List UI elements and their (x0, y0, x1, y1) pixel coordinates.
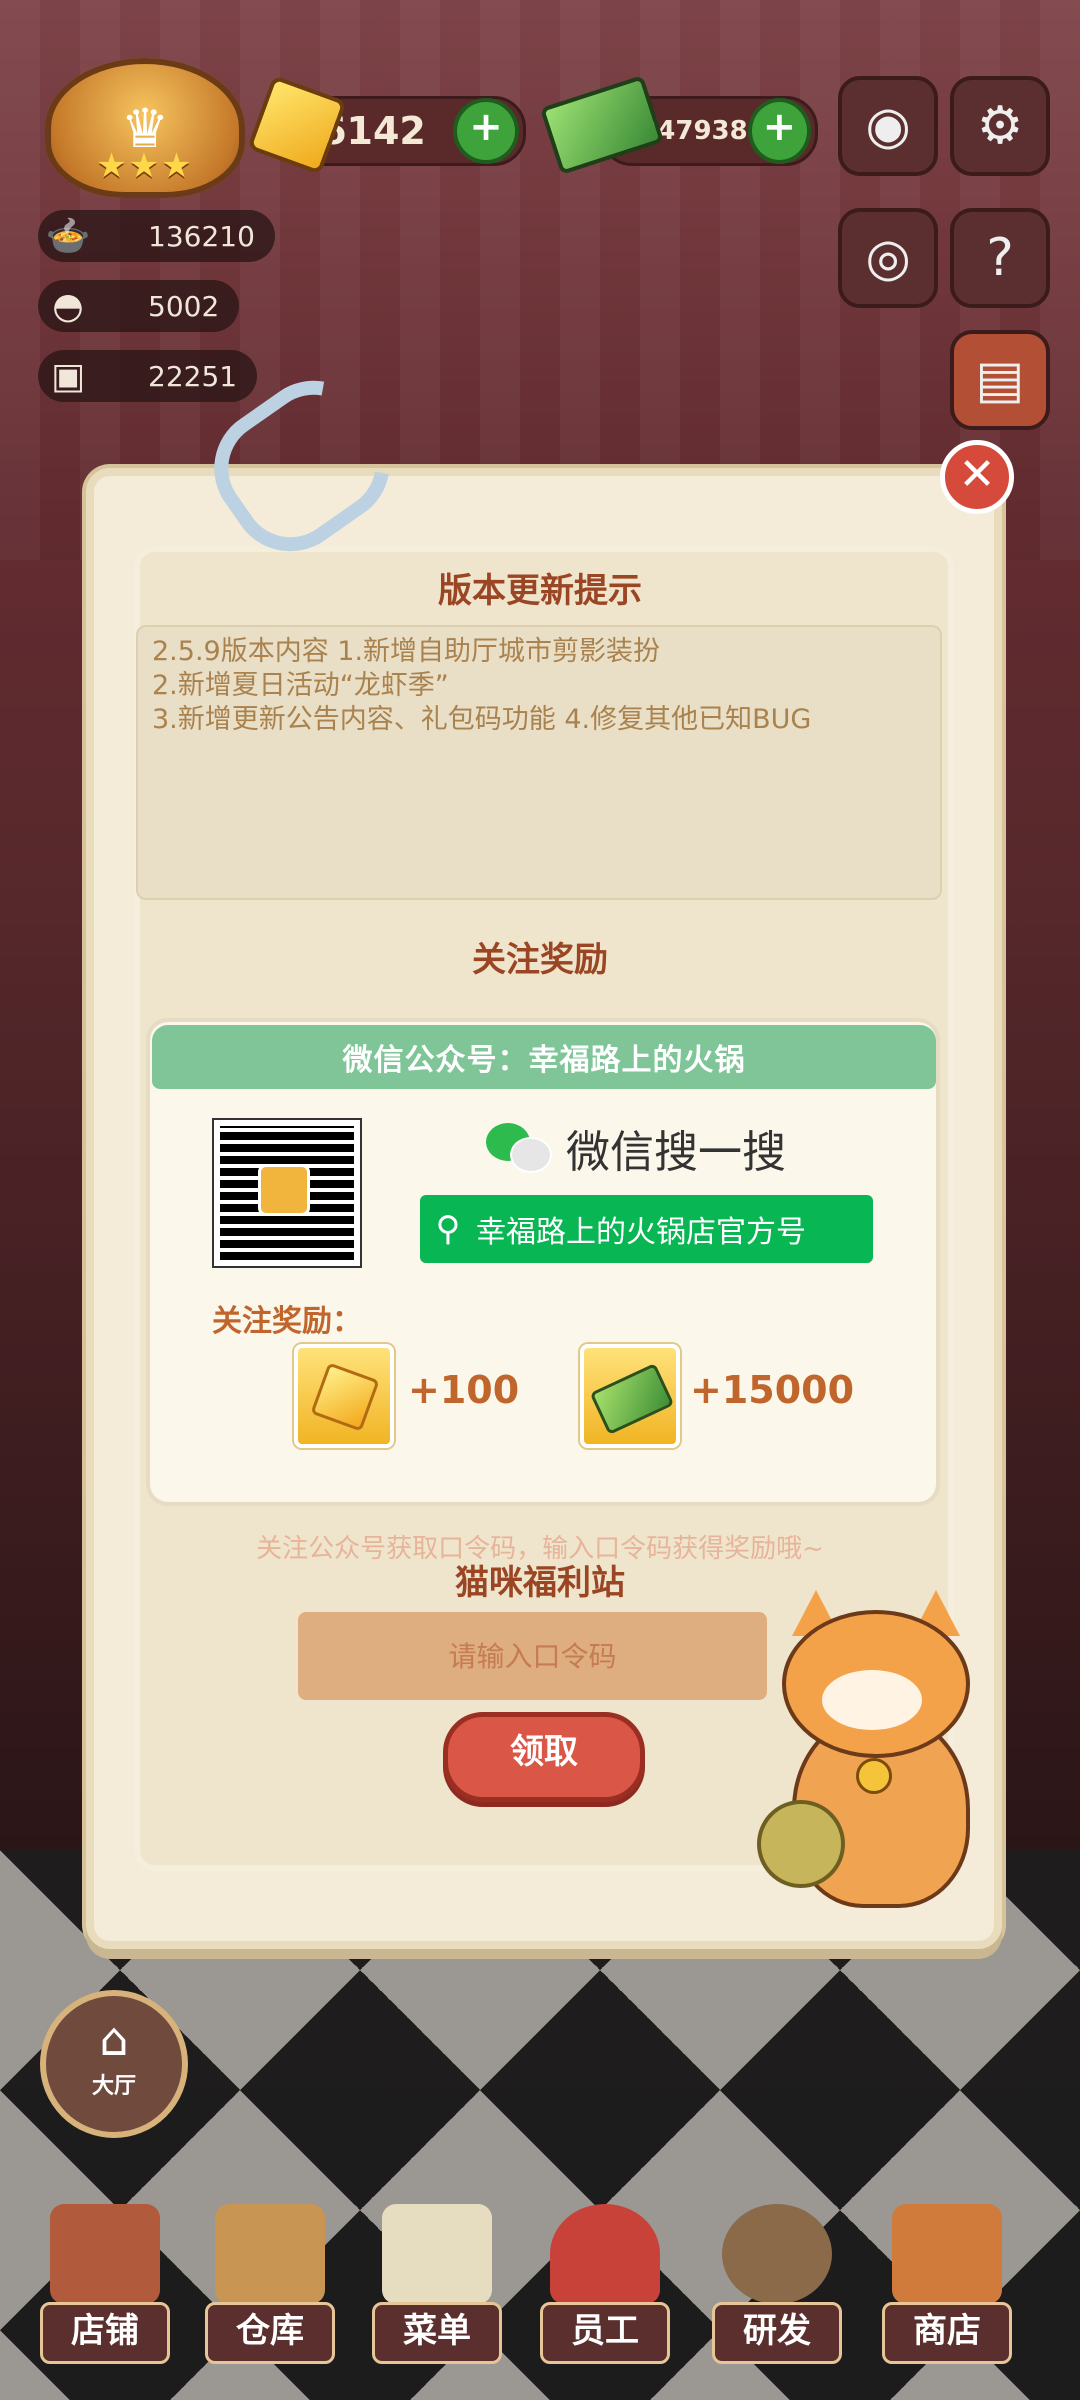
cash-reward-icon (580, 1344, 680, 1448)
stat-dishes-value: 136210 (148, 219, 255, 253)
staff-chef-icon (550, 2204, 660, 2304)
book-question-icon: ? (986, 228, 1014, 288)
wechat-search-header: 微信搜一搜 (486, 1118, 786, 1178)
code-input[interactable] (298, 1612, 767, 1700)
ticket-icon: ▣ (50, 355, 85, 397)
wechat-search-label: 微信搜一搜 (566, 1127, 786, 1178)
update-note-line: 3.新增更新公告内容、礼包码功能 4.修复其他已知BUG (152, 704, 812, 735)
cash-reward-value: +15000 (690, 1368, 855, 1412)
eye-icon: ◎ (865, 228, 911, 288)
gem-reward-icon (294, 1344, 394, 1448)
restaurant-rank-badge[interactable]: ♛ ★★★ (45, 58, 245, 198)
dish-icon: 🍲 (45, 216, 91, 257)
stat-dishes: 🍲 136210 (38, 210, 275, 262)
research-pot-icon (722, 2204, 832, 2304)
guide-button[interactable]: ? (950, 208, 1050, 308)
nav-label: 仓库 (205, 2302, 335, 2364)
gem-icon (310, 1362, 380, 1432)
warehouse-boxes-icon (215, 2204, 325, 2304)
nav-label: 商店 (882, 2302, 1012, 2364)
house-icon: ⌂ (99, 2012, 129, 2066)
stat-menu-value: 22251 (148, 359, 238, 393)
close-icon: ✕ (958, 449, 996, 500)
close-button[interactable]: ✕ (940, 440, 1014, 514)
nav-label: 研发 (712, 2302, 842, 2364)
update-note-line: 2.新增夏日活动“龙虾季” (152, 670, 449, 701)
search-icon: ⚲ (435, 1209, 461, 1249)
cloche-icon: ◓ (52, 285, 84, 327)
view-button[interactable]: ◎ (838, 208, 938, 308)
shop-building-icon (50, 2204, 160, 2304)
nav-menu[interactable]: 菜单 (372, 2204, 502, 2364)
nav-label: 员工 (540, 2302, 670, 2364)
wechat-logo-icon (486, 1123, 552, 1173)
wechat-account-banner: 微信公众号：幸福路上的火锅 (152, 1025, 936, 1089)
claim-button[interactable]: 领取 (443, 1712, 645, 1802)
follow-reward-title: 关注奖励 (472, 940, 608, 980)
camera-icon: ◉ (865, 96, 911, 156)
hall-button[interactable]: ⌂ 大厅 (40, 1990, 188, 2138)
gear-icon: ⚙ (976, 96, 1024, 156)
cash-icon (589, 1362, 675, 1436)
add-cash-button[interactable]: + (747, 98, 811, 164)
stat-menu: ▣ 22251 (38, 350, 258, 402)
camera-button[interactable]: ◉ (838, 76, 938, 176)
update-title: 版本更新提示 (438, 571, 642, 611)
nav-warehouse[interactable]: 仓库 (205, 2204, 335, 2364)
stat-service: ◓ 5002 (38, 280, 240, 332)
nav-research[interactable]: 研发 (712, 2204, 842, 2364)
money-bag-icon (757, 1800, 845, 1888)
hall-label: 大厅 (91, 2074, 136, 2099)
add-gems-button[interactable]: + (453, 98, 519, 164)
store-icon (892, 2204, 1002, 2304)
gem-reward-value: +100 (408, 1368, 520, 1412)
reward-label: 关注奖励： (212, 1304, 362, 1339)
qr-logo-icon (258, 1164, 310, 1216)
update-notes: 2.5.9版本内容 1.新增自助厅城市剪影装扮 2.新增夏日活动“龙虾季” 3.… (136, 625, 942, 900)
bell-icon (856, 1758, 892, 1794)
nav-staff[interactable]: 员工 (540, 2204, 670, 2364)
recipe-book-button[interactable]: ▤ (950, 330, 1050, 430)
top-hud: ♛ ★★★ 6142 + 22347938 + ◉ ⚙ ◎ ? ▤ 🍲 1362… (0, 0, 1080, 430)
bottom-nav: 店铺 仓库 菜单 员工 研发 商店 (0, 2180, 1080, 2400)
rank-stars: ★★★ (96, 146, 194, 186)
recipe-book-icon: ▤ (975, 350, 1025, 410)
settings-button[interactable]: ⚙ (950, 76, 1050, 176)
menu-clipboard-icon (382, 2204, 492, 2304)
nav-label: 菜单 (372, 2302, 502, 2364)
lucky-cat-mascot (757, 1590, 982, 1910)
search-text: 幸福路上的火锅店官方号 (476, 1215, 806, 1250)
nav-label: 店铺 (40, 2302, 170, 2364)
nav-store[interactable]: 商店 (882, 2204, 1012, 2364)
nav-shop[interactable]: 店铺 (40, 2204, 170, 2364)
wechat-search-bar[interactable]: ⚲ 幸福路上的火锅店官方号 (420, 1195, 873, 1263)
update-note-line: 2.5.9版本内容 1.新增自助厅城市剪影装扮 (152, 636, 661, 667)
stat-service-value: 5002 (148, 289, 220, 323)
